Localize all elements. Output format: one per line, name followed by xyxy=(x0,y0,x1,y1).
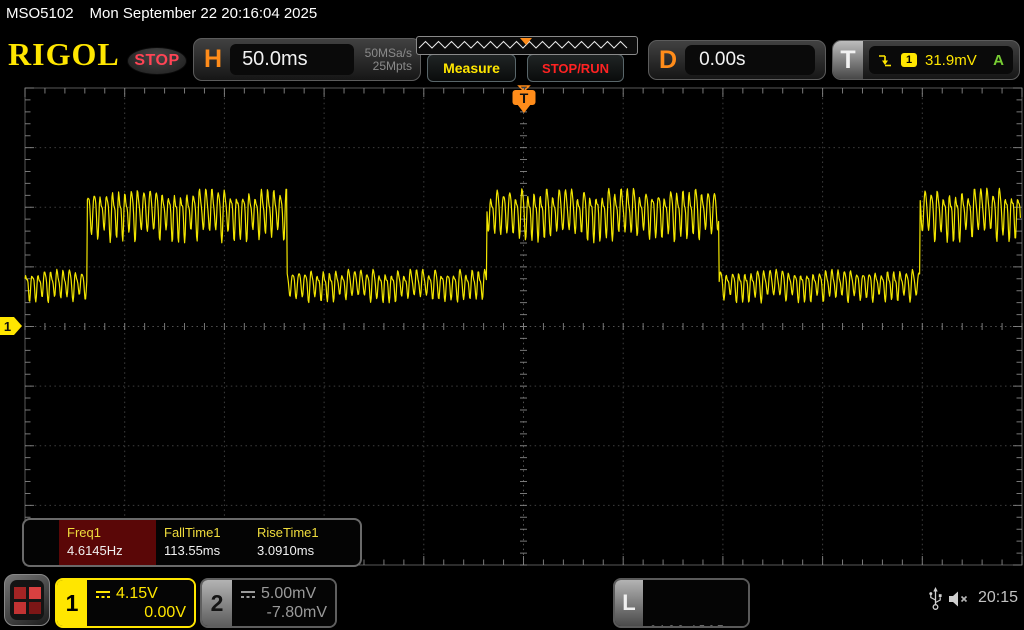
trigger-position-marker[interactable]: T xyxy=(513,86,536,113)
measure-button[interactable]: Measure xyxy=(427,54,516,82)
trigger-level: 31.9mV xyxy=(925,52,977,69)
measurement-name: FallTime1 xyxy=(164,525,221,540)
trigger-info[interactable]: 1 31.9mV A xyxy=(869,46,1013,74)
channel2-offset: -7.80mV xyxy=(240,603,327,622)
measurement-name: Freq1 xyxy=(67,525,101,540)
channel1-offset: 0.00V xyxy=(95,603,186,622)
measurement-value: 4.6145Hz xyxy=(67,543,123,558)
model-name: MSO5102 xyxy=(6,5,74,22)
sample-rate: 50MSa/s xyxy=(360,47,412,60)
channel1-scale: 4.15V xyxy=(116,584,158,603)
memory-depth: 25Mpts xyxy=(360,60,412,73)
channel1-info: 4.15V 0.00V xyxy=(87,580,194,626)
timebase-value[interactable]: 50.0ms xyxy=(230,44,354,75)
svg-text:1: 1 xyxy=(4,319,11,334)
menu-grid-icon xyxy=(10,580,44,620)
rigol-logo: RIGOL xyxy=(8,36,120,73)
falling-edge-icon xyxy=(878,53,893,68)
usb-icon xyxy=(928,586,943,617)
trigger-source-badge: 1 xyxy=(901,53,917,67)
trigger-panel[interactable]: T 1 31.9mV A xyxy=(832,40,1020,80)
horizontal-label: H xyxy=(204,45,222,74)
trigger-label: T xyxy=(833,41,863,79)
acquisition-info: 50MSa/s 25Mpts xyxy=(360,47,420,73)
stop-run-button[interactable]: STOP/RUN xyxy=(527,54,624,82)
measurement-value: 3.0910ms xyxy=(257,543,314,558)
delay-panel[interactable]: D 0.00s xyxy=(648,40,826,80)
measurement-panel[interactable]: Freq1 4.6145Hz FallTime1 113.55ms RiseTi… xyxy=(22,518,362,567)
measurement-value: 113.55ms xyxy=(164,543,220,558)
channel2-number: 2 xyxy=(202,580,232,626)
logic-label: L xyxy=(615,580,643,626)
run-state-badge: STOP xyxy=(127,47,187,75)
delay-label: D xyxy=(659,46,677,75)
horizontal-panel[interactable]: H 50.0ms 50MSa/s 25Mpts xyxy=(193,38,421,81)
trigger-sweep-mode: A xyxy=(993,52,1004,69)
logic-channel-list: 0 1 2 3 4 5 6 7 8 9 1011 12131415 xyxy=(643,580,748,626)
waveform-overview-bar[interactable] xyxy=(416,36,638,55)
svg-text:T: T xyxy=(520,90,529,106)
top-status-bar: MSO5102 Mon September 22 20:16:04 2025 xyxy=(6,5,317,22)
mute-icon xyxy=(948,590,972,613)
measurement-name: RiseTime1 xyxy=(257,525,319,540)
dc-coupling-icon xyxy=(240,589,256,599)
channel1-box[interactable]: 1 4.15V 0.00V xyxy=(55,578,196,628)
dc-coupling-icon xyxy=(95,589,111,599)
channel2-box[interactable]: 2 5.00mV -7.80mV xyxy=(200,578,337,628)
channel2-scale: 5.00mV xyxy=(261,584,316,603)
waveform-preview-icon xyxy=(417,37,635,52)
delay-value[interactable]: 0.00s xyxy=(685,45,815,75)
logic-row-0-7: 0 1 2 3 4 5 6 7 xyxy=(650,621,748,628)
channel2-info: 5.00mV -7.80mV xyxy=(232,580,335,626)
clock: 20:15 xyxy=(978,589,1018,607)
datetime: Mon September 22 20:16:04 2025 xyxy=(90,5,318,22)
channel1-position-marker[interactable]: 1 xyxy=(0,317,22,335)
logic-channels-box[interactable]: L 0 1 2 3 4 5 6 7 8 9 1011 12131415 xyxy=(613,578,750,628)
menu-button[interactable] xyxy=(4,574,50,626)
channel1-number: 1 xyxy=(57,580,87,626)
